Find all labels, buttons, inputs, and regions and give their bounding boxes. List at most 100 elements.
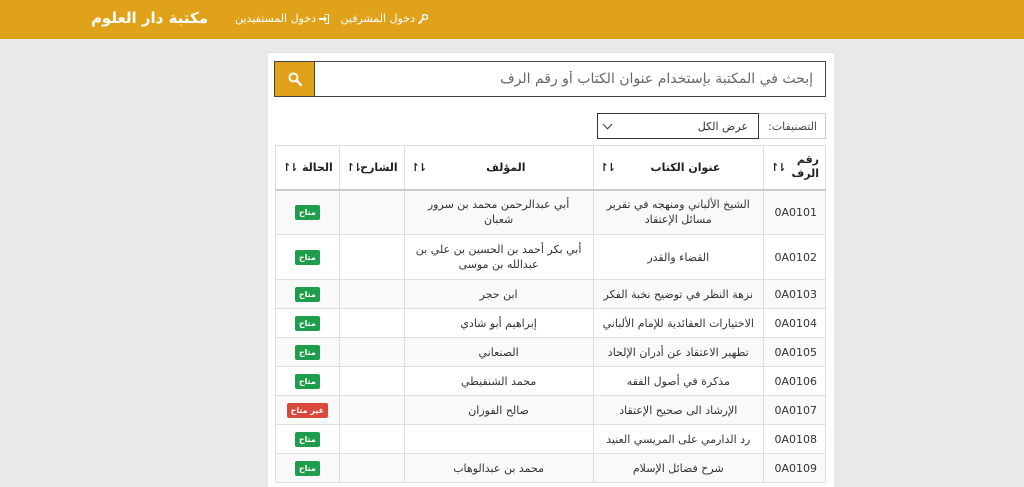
search-button[interactable] bbox=[275, 62, 315, 96]
cell-status: متاح bbox=[275, 366, 340, 396]
table-row[interactable]: 0A0109 شرح فضائل الإسلام محمد بن عبدالوهاب… bbox=[275, 453, 826, 483]
site-brand[interactable]: مكتبة دار العلوم bbox=[91, 9, 208, 27]
cell-status: متاح bbox=[275, 189, 340, 235]
cell-title: القضاء والقدر bbox=[592, 234, 765, 280]
cell-status: متاح bbox=[275, 234, 340, 280]
cell-status: متاح bbox=[275, 337, 340, 367]
category-label: التصنيفات: bbox=[759, 113, 826, 139]
header-shelf-id-label: رقم الرف bbox=[791, 153, 819, 181]
search-bar bbox=[274, 61, 826, 97]
cell-author: الصنعاني bbox=[403, 337, 594, 367]
cell-author: أبي عبدالرحمن محمد بن سرور شعبان bbox=[403, 189, 594, 235]
table-header-row: رقم الرف ⇂↾ عنوان الكتاب ⇂↾ المؤلف ⇂↾ الشار… bbox=[275, 145, 826, 191]
status-badge: متاح bbox=[294, 250, 320, 265]
cell-reader bbox=[338, 366, 405, 396]
header-status[interactable]: الحالة ⇂↾ bbox=[275, 145, 340, 191]
cell-status: متاح bbox=[275, 308, 340, 338]
key-icon bbox=[418, 13, 428, 24]
sort-icon: ⇂↾ bbox=[345, 160, 363, 174]
sort-icon: ⇂↾ bbox=[770, 160, 787, 174]
status-badge: متاح bbox=[294, 316, 320, 331]
books-table: رقم الرف ⇂↾ عنوان الكتاب ⇂↾ المؤلف ⇂↾ الشار… bbox=[275, 145, 826, 483]
table-row[interactable]: 0A0108 رد الدارمي على المريسي العنيد متاح bbox=[275, 424, 826, 454]
cell-status: متاح bbox=[275, 424, 340, 454]
cell-reader bbox=[338, 395, 405, 425]
cell-author bbox=[403, 424, 594, 454]
header-status-label: الحالة bbox=[301, 160, 333, 174]
beneficiary-login-link[interactable]: دخول المستفيدين bbox=[235, 12, 329, 25]
table-row[interactable]: 0A0101 الشيخ الألباني ومنهجه في تقرير مسا… bbox=[275, 189, 826, 235]
header-title-label: عنوان الكتاب bbox=[650, 160, 721, 174]
sort-icon: ⇂↾ bbox=[282, 160, 299, 174]
cell-shelf-id: 0A0103 bbox=[763, 279, 826, 309]
cell-reader bbox=[338, 234, 405, 280]
search-input[interactable] bbox=[315, 62, 825, 96]
status-badge: متاح bbox=[294, 205, 320, 221]
cell-shelf-id: 0A0109 bbox=[763, 453, 826, 483]
cell-title: مذكرة في أصول الفقه bbox=[592, 366, 765, 396]
cell-reader bbox=[338, 453, 405, 483]
brand-bold: مكتبة bbox=[168, 9, 208, 27]
cell-reader bbox=[338, 308, 405, 338]
header-author[interactable]: المؤلف ⇂↾ bbox=[403, 145, 594, 191]
status-badge: متاح bbox=[294, 461, 320, 476]
category-select[interactable]: عرض الكل bbox=[597, 113, 759, 139]
sort-icon: ⇂↾ bbox=[410, 160, 428, 174]
cell-reader bbox=[338, 424, 405, 454]
header-reader-label: الشارح bbox=[360, 160, 398, 174]
cell-title: الشيخ الألباني ومنهجه في تقرير مسائل الإ… bbox=[592, 189, 765, 235]
table-row[interactable]: 0A0105 تطهير الاعتقاد عن أدران الإلحاد الص… bbox=[275, 337, 826, 367]
beneficiary-login-label: دخول المستفيدين bbox=[235, 12, 316, 25]
cell-shelf-id: 0A0108 bbox=[763, 424, 826, 454]
cell-title: نزهة النظر في توضيح نخبة الفكر bbox=[592, 279, 765, 309]
table-row[interactable]: 0A0102 القضاء والقدر أبي بكر أحمد بن الحسي… bbox=[275, 234, 826, 280]
category-selected-value: عرض الكل bbox=[697, 119, 748, 133]
table-row[interactable]: 0A0107 الإرشاد الى صحيح الإعتقاد صالح الفو… bbox=[275, 395, 826, 425]
sort-icon: ⇂↾ bbox=[599, 160, 617, 174]
cell-title: الاختيارات العقائدية للإمام الألباني bbox=[592, 308, 765, 338]
cell-author: أبي بكر أحمد بن الحسين بن علي بن عبدالله… bbox=[403, 234, 594, 280]
brand-rest: دار العلوم bbox=[90, 9, 164, 27]
cell-author: ابن حجر bbox=[403, 279, 594, 309]
cell-reader bbox=[338, 189, 405, 235]
status-badge: متاح bbox=[294, 287, 320, 302]
cell-title: شرح فضائل الإسلام bbox=[592, 453, 765, 483]
cell-title: تطهير الاعتقاد عن أدران الإلحاد bbox=[592, 337, 765, 367]
cell-shelf-id: 0A0107 bbox=[763, 395, 826, 425]
login-icon bbox=[319, 13, 329, 24]
header-reader[interactable]: الشارح ⇂↾ bbox=[338, 145, 405, 191]
table-row[interactable]: 0A0104 الاختيارات العقائدية للإمام الألبا… bbox=[275, 308, 826, 338]
status-badge: غير متاح bbox=[286, 403, 329, 418]
top-navbar: مكتبة دار العلوم دخول المستفيدين دخول ال… bbox=[0, 0, 1024, 39]
status-badge: متاح bbox=[294, 345, 320, 360]
cell-author: صالح الفوزان bbox=[403, 395, 594, 425]
cell-author: إبراهيم أبو شادي bbox=[403, 308, 594, 338]
cell-status: غير متاح bbox=[275, 395, 340, 425]
supervisor-login-label: دخول المشرفين bbox=[340, 12, 415, 25]
cell-author: محمد بن عبدالوهاب bbox=[403, 453, 594, 483]
category-filter: التصنيفات: عرض الكل bbox=[597, 113, 826, 139]
chevron-down-icon bbox=[602, 119, 613, 130]
cell-title: الإرشاد الى صحيح الإعتقاد bbox=[592, 395, 765, 425]
table-body: 0A0101 الشيخ الألباني ومنهجه في تقرير مسا… bbox=[275, 189, 826, 483]
status-badge: متاح bbox=[294, 432, 320, 447]
table-row[interactable]: 0A0103 نزهة النظر في توضيح نخبة الفكر ابن … bbox=[275, 279, 826, 309]
search-icon bbox=[288, 72, 302, 86]
cell-shelf-id: 0A0105 bbox=[763, 337, 826, 367]
header-title[interactable]: عنوان الكتاب ⇂↾ bbox=[592, 145, 765, 191]
header-shelf-id[interactable]: رقم الرف ⇂↾ bbox=[763, 145, 826, 191]
cell-shelf-id: 0A0102 bbox=[763, 234, 826, 280]
status-badge: متاح bbox=[294, 374, 320, 389]
cell-title: رد الدارمي على المريسي العنيد bbox=[592, 424, 765, 454]
cell-reader bbox=[338, 337, 405, 367]
table-row[interactable]: 0A0106 مذكرة في أصول الفقه محمد الشنقيطي مت… bbox=[275, 366, 826, 396]
cell-status: متاح bbox=[275, 453, 340, 483]
header-author-label: المؤلف bbox=[486, 160, 526, 174]
supervisor-login-link[interactable]: دخول المشرفين bbox=[341, 12, 428, 25]
cell-status: متاح bbox=[275, 279, 340, 309]
cell-shelf-id: 0A0104 bbox=[763, 308, 826, 338]
cell-reader bbox=[338, 279, 405, 309]
cell-shelf-id: 0A0101 bbox=[763, 189, 826, 235]
cell-shelf-id: 0A0106 bbox=[763, 366, 826, 396]
cell-author: محمد الشنقيطي bbox=[403, 366, 594, 396]
